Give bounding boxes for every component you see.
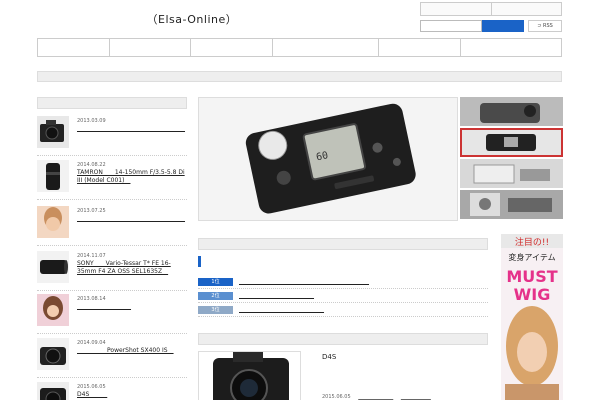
- main-slider[interactable]: 60: [198, 97, 458, 221]
- ad-line-3: MUST: [506, 267, 557, 286]
- rank-badge: 2位: [198, 292, 233, 300]
- slider-thumb[interactable]: [460, 97, 563, 126]
- post-title[interactable]: SONY Vario-Tessar T* FE 16-35mm F4 ZA OS…: [77, 260, 187, 276]
- post-date: 2013.08.14: [77, 296, 106, 302]
- ad-banner[interactable]: 注目の!! 変身アイテム MUST WIG: [501, 234, 563, 400]
- post-title[interactable]: [77, 303, 187, 311]
- ranking-row[interactable]: 3位: [198, 305, 488, 317]
- ranking-title: [198, 256, 488, 267]
- featured-meta: 2015.06.05: [322, 393, 437, 400]
- search-button[interactable]: [482, 20, 524, 32]
- nav-item-3[interactable]: [190, 39, 272, 56]
- header-buttons: [420, 2, 562, 16]
- slider-image[interactable]: 60: [199, 98, 458, 221]
- ranking-section-heading: [198, 238, 488, 250]
- search-input[interactable]: [420, 20, 482, 32]
- post-thumbnail[interactable]: [37, 160, 69, 192]
- header-link-1[interactable]: [420, 2, 492, 16]
- rank-link[interactable]: [239, 306, 324, 314]
- category-link[interactable]: [358, 394, 393, 400]
- ranking-row[interactable]: 2位: [198, 291, 488, 303]
- notice-bar: [37, 71, 562, 82]
- post-title[interactable]: D4S: [77, 391, 187, 399]
- post-date: 2013.03.09: [77, 118, 106, 124]
- sidebar-heading: [37, 97, 187, 109]
- slider-thumb[interactable]: [460, 190, 563, 219]
- post-date: 2015.06.05: [77, 384, 106, 390]
- nav-item-6[interactable]: [459, 39, 562, 56]
- post-thumbnail[interactable]: [37, 294, 69, 326]
- divider: [37, 245, 187, 246]
- global-nav: [37, 38, 562, 57]
- divider: [37, 377, 187, 378]
- category-link[interactable]: [401, 394, 431, 400]
- post-thumbnail[interactable]: [37, 338, 69, 370]
- post-date: 2014.09.04: [77, 340, 106, 346]
- ad-line-2: 変身アイテム: [508, 252, 555, 262]
- post-title[interactable]: PowerShot SX400 IS: [77, 347, 187, 355]
- rss-label: RSS: [542, 23, 553, 29]
- nav-item-5[interactable]: [378, 39, 460, 56]
- nav-item-2[interactable]: [108, 39, 191, 56]
- post-title[interactable]: [77, 215, 187, 223]
- nav-item-4[interactable]: [271, 39, 379, 56]
- post-title[interactable]: [77, 125, 187, 133]
- header-link-2[interactable]: [491, 2, 562, 16]
- site-title[interactable]: （Elsa-Online）: [37, 11, 237, 27]
- post-thumbnail[interactable]: [37, 116, 69, 148]
- post-date: 2014.11.07: [77, 253, 106, 259]
- post-thumbnail[interactable]: [37, 382, 69, 400]
- featured-section-heading: [198, 333, 488, 345]
- ad-line-4: WIG: [514, 285, 551, 304]
- rank-badge: 1位: [198, 278, 233, 286]
- post-date: 2013.07.25: [77, 208, 106, 214]
- rank-link[interactable]: [239, 278, 369, 286]
- slider-thumb-active[interactable]: [460, 128, 563, 157]
- post-date: 2014.08.22: [77, 162, 106, 168]
- post-thumbnail[interactable]: [37, 206, 69, 238]
- divider: [37, 290, 187, 291]
- featured-image[interactable]: [198, 351, 301, 400]
- rank-link[interactable]: [239, 292, 314, 300]
- slider-thumb[interactable]: [460, 159, 563, 188]
- divider: [37, 199, 187, 200]
- divider: [37, 155, 187, 156]
- featured-title[interactable]: D4S: [322, 352, 360, 362]
- divider: [37, 333, 187, 334]
- post-thumbnail[interactable]: [37, 251, 69, 283]
- rank-badge: 3位: [198, 306, 233, 314]
- nav-item-1[interactable]: [38, 39, 109, 56]
- rss-button[interactable]: ⊃ RSS: [528, 20, 562, 32]
- post-title[interactable]: TAMRON 14-150mm F/3.5-5.8 Di III (Model …: [77, 169, 187, 185]
- ranking-row[interactable]: 1位: [198, 277, 488, 289]
- ad-line-1: 注目の!!: [515, 236, 549, 248]
- featured-date: 2015.06.05: [322, 394, 351, 400]
